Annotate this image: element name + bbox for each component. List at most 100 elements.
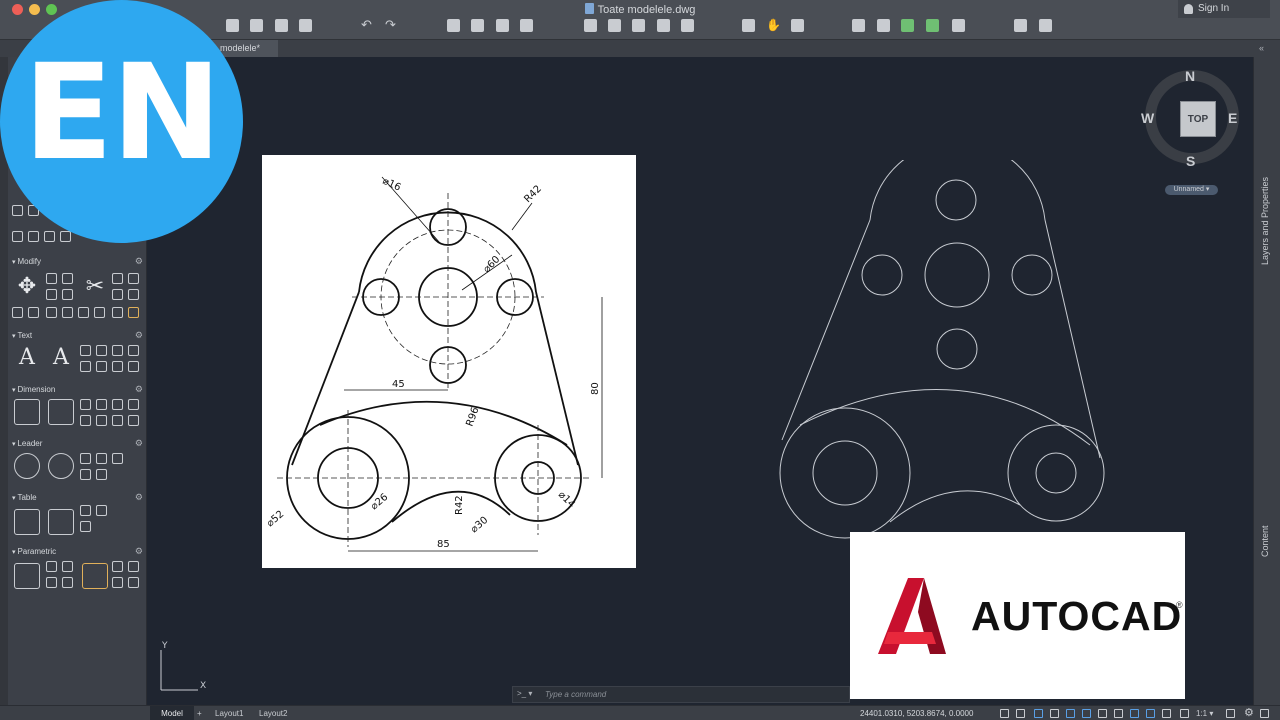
- viewcube-south[interactable]: S: [1186, 153, 1195, 169]
- move-icon[interactable]: ✥: [14, 273, 40, 299]
- explode-icon[interactable]: [128, 289, 139, 300]
- upload-table-icon[interactable]: [80, 521, 91, 532]
- orbit-icon[interactable]: [791, 19, 804, 32]
- lock-icon[interactable]: [82, 563, 108, 589]
- parallel-icon[interactable]: [46, 577, 57, 588]
- add-layout-icon[interactable]: +: [197, 706, 207, 720]
- command-prompt-icon[interactable]: >_ ▾: [517, 689, 532, 698]
- delete-constraints-icon[interactable]: [112, 577, 123, 588]
- download-table-icon[interactable]: [96, 505, 107, 516]
- geometric-constraint-icon[interactable]: [14, 563, 40, 589]
- folder-icon[interactable]: [632, 19, 645, 32]
- lineweight-icon[interactable]: [1098, 709, 1107, 718]
- trim-scissors-icon[interactable]: ✂: [82, 273, 108, 299]
- copy-icon[interactable]: [46, 273, 57, 284]
- plot-icon[interactable]: [447, 19, 460, 32]
- coincident-icon[interactable]: [46, 561, 57, 572]
- open-file-icon[interactable]: [250, 19, 263, 32]
- perpendicular-icon[interactable]: [62, 577, 73, 588]
- cad-drawing-geometry[interactable]: [760, 160, 1120, 540]
- layers-properties-tab[interactable]: Layers and Properties: [1260, 177, 1270, 265]
- multileader-icon[interactable]: [14, 453, 40, 479]
- fillet-icon[interactable]: [112, 273, 123, 284]
- viewcube-west[interactable]: W: [1141, 110, 1154, 126]
- insert-icon[interactable]: [44, 231, 55, 242]
- viewcube-top-face[interactable]: TOP: [1180, 101, 1216, 137]
- annotation-scale-icon[interactable]: [1180, 709, 1189, 718]
- align-icon[interactable]: [78, 307, 89, 318]
- find-text-icon[interactable]: [96, 361, 107, 372]
- publish-icon[interactable]: [496, 19, 509, 32]
- xref-icon[interactable]: [584, 19, 597, 32]
- pan-hand-icon[interactable]: ✋: [766, 19, 781, 32]
- rotate-icon[interactable]: [62, 273, 73, 284]
- text-align-icon[interactable]: [80, 361, 91, 372]
- annotation-visibility-icon[interactable]: [1162, 709, 1171, 718]
- edit-icon[interactable]: [112, 307, 123, 318]
- text-scale-icon[interactable]: [112, 361, 123, 372]
- dim-space-icon[interactable]: [96, 415, 107, 426]
- print-icon[interactable]: [471, 19, 484, 32]
- gear-icon[interactable]: ⚙: [135, 438, 143, 449]
- command-input[interactable]: Type a command: [545, 690, 606, 699]
- tag-icon[interactable]: [12, 231, 23, 242]
- content-tab[interactable]: Content: [1260, 525, 1270, 557]
- match-properties-icon[interactable]: [877, 19, 890, 32]
- calculator-icon[interactable]: [952, 19, 965, 32]
- image-icon[interactable]: [657, 19, 670, 32]
- show-constraints-icon[interactable]: [128, 561, 139, 572]
- dimensional-constraint-icon[interactable]: [112, 561, 123, 572]
- settings-gear-icon[interactable]: ⚙: [1244, 706, 1254, 720]
- save-icon[interactable]: [275, 19, 288, 32]
- aligned-dimension-icon[interactable]: [48, 399, 74, 425]
- viewcube-east[interactable]: E: [1228, 110, 1237, 126]
- dim-ordinate-icon[interactable]: [128, 399, 139, 410]
- tab-layout1[interactable]: Layout1: [215, 706, 243, 720]
- join-icon[interactable]: [62, 307, 73, 318]
- ortho-icon[interactable]: [1034, 709, 1043, 718]
- zoom-window-icon[interactable]: [742, 19, 755, 32]
- attach-icon[interactable]: [608, 19, 621, 32]
- grid-icon[interactable]: [1000, 709, 1009, 718]
- stretch-icon[interactable]: [12, 307, 23, 318]
- table-icon[interactable]: [14, 509, 40, 535]
- erase-icon[interactable]: [128, 307, 139, 318]
- dim-baseline-icon[interactable]: [112, 399, 123, 410]
- collinear-icon[interactable]: [62, 561, 73, 572]
- gear-icon[interactable]: ⚙: [135, 256, 143, 267]
- layer-icon[interactable]: [681, 19, 694, 32]
- gear-icon[interactable]: ⚙: [135, 330, 143, 341]
- constraint-settings-icon[interactable]: [128, 577, 139, 588]
- workspace-icon[interactable]: [1226, 709, 1235, 718]
- viewcube[interactable]: TOP: [1145, 70, 1239, 164]
- properties-icon[interactable]: [852, 19, 865, 32]
- hatch-tool-icon[interactable]: [12, 205, 23, 216]
- link-data-icon[interactable]: [80, 505, 91, 516]
- multiline-text-icon[interactable]: A: [14, 345, 40, 371]
- leader-style-icon[interactable]: [96, 469, 107, 480]
- customize-icon[interactable]: [1260, 709, 1269, 718]
- dim-continue-icon[interactable]: [80, 399, 91, 410]
- gear-icon[interactable]: ⚙: [135, 492, 143, 503]
- dim-inspect-icon[interactable]: [112, 415, 123, 426]
- osnap-icon[interactable]: [1066, 709, 1075, 718]
- gear-icon[interactable]: ⚙: [135, 384, 143, 395]
- leader-edit-icon[interactable]: [48, 453, 74, 479]
- render-icon[interactable]: [901, 19, 914, 32]
- text-style-icon[interactable]: [80, 345, 91, 356]
- remove-leader-icon[interactable]: [96, 453, 107, 464]
- ucs-dropdown[interactable]: Unnamed ▾: [1165, 185, 1218, 195]
- batch-plot-icon[interactable]: [520, 19, 533, 32]
- offset-icon[interactable]: [112, 289, 123, 300]
- tab-layout2[interactable]: Layout2: [259, 706, 287, 720]
- mirror-icon[interactable]: [46, 289, 57, 300]
- selection-cycling-icon[interactable]: [1130, 709, 1139, 718]
- markup-icon[interactable]: [1014, 19, 1027, 32]
- spell-check-icon[interactable]: [96, 345, 107, 356]
- collapse-panel-icon[interactable]: «: [1259, 43, 1264, 53]
- linear-dimension-icon[interactable]: [14, 399, 40, 425]
- sheet-set-icon[interactable]: [1039, 19, 1052, 32]
- tool-palette-icon[interactable]: [926, 19, 939, 32]
- add-leader-icon[interactable]: [80, 453, 91, 464]
- transparency-icon[interactable]: [1114, 709, 1123, 718]
